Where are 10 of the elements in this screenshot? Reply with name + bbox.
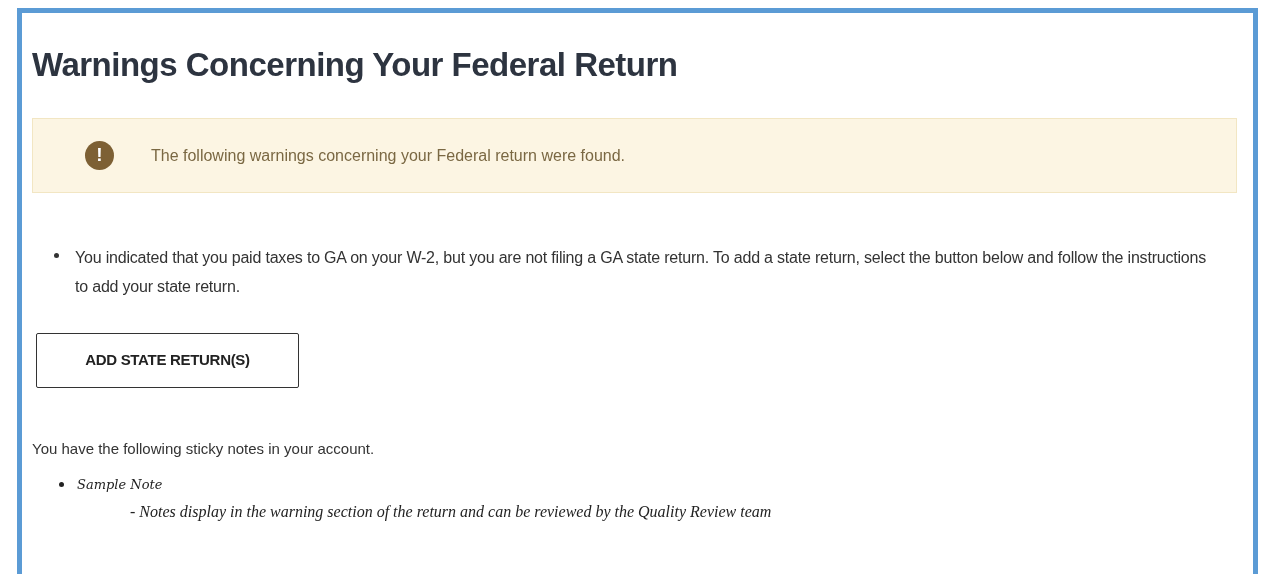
bullet-icon (59, 481, 64, 487)
note-title: Sample Note (77, 475, 163, 494)
alert-message: The following warnings concerning your Federal return were found. (151, 145, 626, 166)
bullet-icon (54, 253, 59, 258)
warning-icon: ! (85, 141, 114, 170)
add-state-return-button[interactable]: ADD STATE RETURN(S) (36, 333, 299, 388)
note-text: - Notes display in the warning section of the return and can be reviewed by the Quality Review team (130, 502, 772, 523)
warning-text: You indicated that you paid taxes to GA on your W-2, but you are not filing a GA state return. To add a state return, select the button below and follow the instructions to add your state return. (75, 248, 1208, 297)
notes-intro-text: You have the following sticky notes in your account. (32, 439, 375, 459)
page-heading: Warnings Concerning Your Federal Return (32, 45, 678, 85)
